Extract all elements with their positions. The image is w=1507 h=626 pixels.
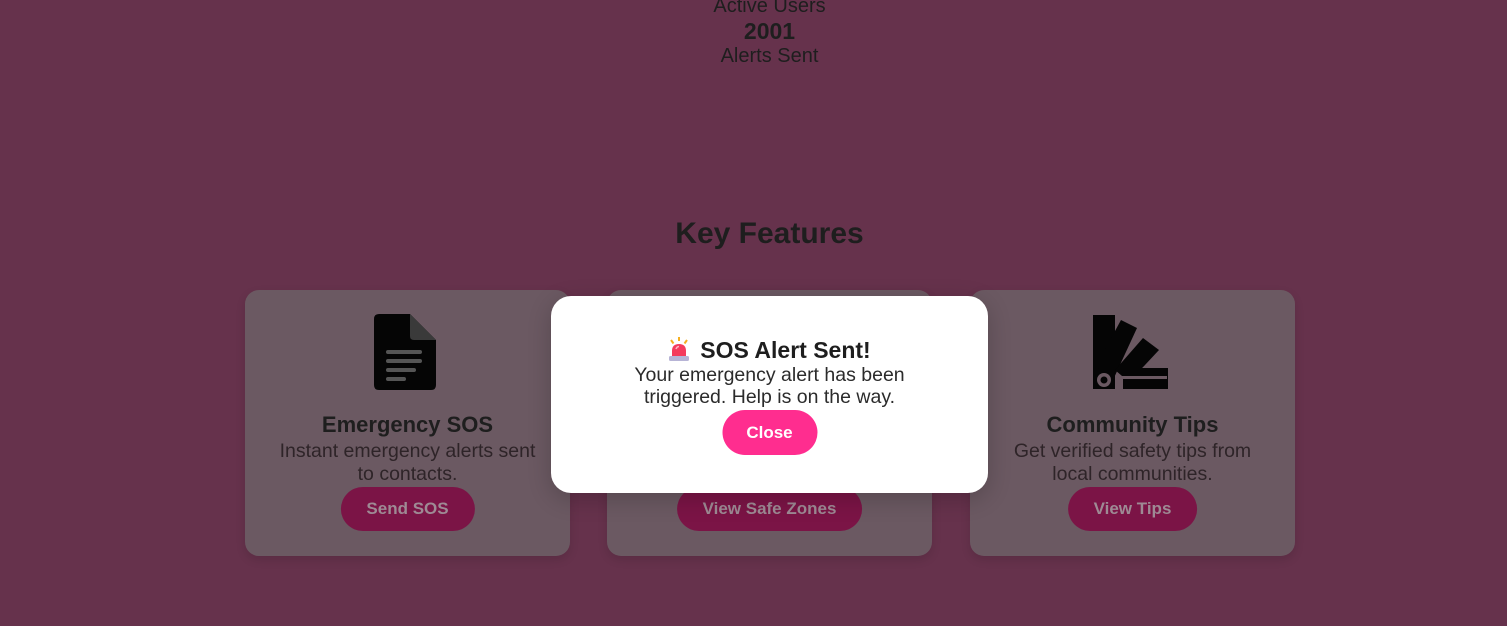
modal-title: SOS Alert Sent! [551, 336, 988, 364]
sos-alert-modal: SOS Alert Sent! Your emergency alert has… [551, 296, 988, 493]
view-safe-zones-button[interactable]: View Safe Zones [676, 487, 863, 531]
feature-card-emergency-sos: Emergency SOS Instant emergency alerts s… [245, 290, 570, 556]
active-users-label: Active Users [713, 0, 826, 17]
modal-message: Your emergency alert has been triggered.… [634, 364, 905, 408]
siren-icon [669, 337, 690, 361]
send-sos-button[interactable]: Send SOS [340, 487, 475, 531]
key-features-heading: Key Features [675, 217, 864, 250]
modal-title-text: SOS Alert Sent! [700, 337, 871, 363]
alerts-sent-label: Alerts Sent [720, 45, 819, 67]
document-icon [373, 314, 436, 390]
card-title: Community Tips [1046, 412, 1219, 437]
feature-card-community-tips: Community Tips Get verified safety tips … [970, 290, 1295, 556]
close-button[interactable]: Close [722, 410, 817, 455]
card-description: Get verified safety tips from local comm… [1013, 440, 1252, 485]
swatchbook-icon [1092, 315, 1168, 389]
view-tips-button[interactable]: View Tips [1067, 487, 1198, 531]
alerts-sent-value: 2001 [743, 18, 796, 44]
card-title: Emergency SOS [321, 412, 494, 437]
card-description: Instant emergency alerts sent to contact… [279, 440, 536, 485]
